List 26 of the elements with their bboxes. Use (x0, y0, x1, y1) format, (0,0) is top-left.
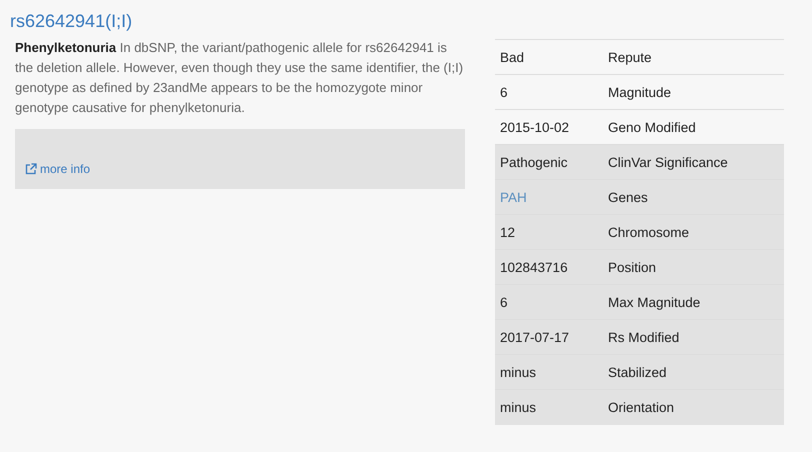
value-text: 102843716 (500, 260, 568, 274)
gene-link[interactable]: PAH (500, 190, 527, 204)
value-text: 12 (500, 224, 516, 240)
value-text: 6 (500, 294, 508, 310)
label-text: Orientation (608, 400, 674, 415)
page-title: rs62642941(I;I) (10, 10, 134, 33)
value-text: 6 (500, 84, 508, 100)
value-text: 2015-10-02 (500, 120, 570, 134)
value-text: Pathogenic (500, 154, 568, 170)
more-info-link[interactable]: more info (25, 162, 90, 176)
value-text: 2017-07-17 (500, 330, 570, 344)
label-text: Magnitude (608, 84, 672, 100)
label-text: Genes (608, 190, 648, 204)
external-link-icon (25, 163, 37, 175)
label-text: Stabilized (608, 364, 667, 380)
label-text: Chromosome (608, 224, 690, 240)
label-text: ClinVar Significance (608, 154, 728, 170)
value-text: Bad (500, 50, 524, 64)
summary-text: Phenylketonuria In dbSNP, the variant/pathogenic allele for rs62642941 is the deletion allele. However, even though they use the same identifier, the (I;I) genotype as defined by 23andMe appears to be the homozygote minor genotype causative for phenylketonuria. (15, 39, 464, 117)
label-text: Repute (608, 50, 652, 64)
label-text: Geno Modified (608, 120, 696, 134)
value-text: minus (500, 364, 536, 380)
label-text: Max Magnitude (608, 294, 700, 310)
label-text: Rs Modified (608, 330, 680, 344)
value-text: minus (500, 400, 536, 415)
label-text: Position (608, 260, 656, 274)
